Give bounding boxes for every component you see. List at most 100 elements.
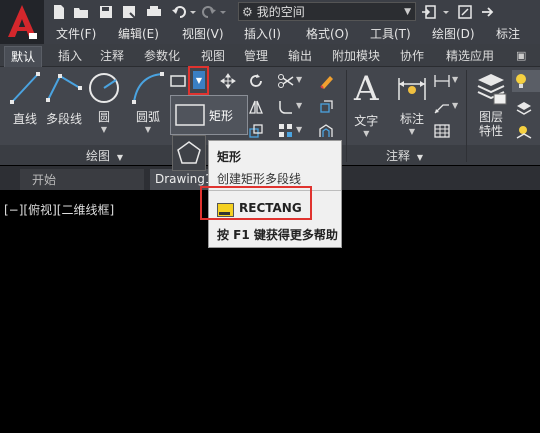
rectangle-dropdown-arrow[interactable]: ▼ (193, 71, 205, 89)
layer-properties-button[interactable]: 图层 特性 (474, 70, 508, 138)
tab-addins[interactable]: 附加模块 (332, 46, 380, 66)
polyline-label: 多段线 (45, 112, 82, 126)
circle-dropdown-icon[interactable]: ▼ (101, 125, 107, 134)
rectangle-icon[interactable] (168, 71, 188, 91)
menu-insert[interactable]: 插入(I) (244, 25, 281, 43)
rotate-icon[interactable] (246, 71, 266, 91)
save-icon[interactable] (97, 3, 115, 21)
polyline-button[interactable]: 多段线 (42, 70, 86, 127)
erase-icon[interactable] (316, 71, 336, 91)
move-icon[interactable] (218, 71, 238, 91)
menu-dimension[interactable]: 标注 (496, 25, 520, 43)
dimension-dropdown-icon[interactable]: ▼ (409, 127, 415, 136)
dimension-icon (398, 78, 426, 100)
text-label: 文字 (354, 114, 379, 128)
arc-icon (132, 72, 164, 104)
tab-featured-apps[interactable]: 精选应用 (446, 46, 494, 66)
drawing-view-icon[interactable] (456, 3, 474, 21)
command-highlight-box (200, 186, 312, 220)
trim-icon[interactable] (276, 71, 296, 91)
layer-state-icon[interactable] (514, 98, 534, 118)
rectangle-large-icon (175, 104, 205, 126)
ribbon-separator (466, 70, 467, 162)
share-dropdown-icon[interactable] (441, 3, 451, 21)
open-folder-icon[interactable] (72, 3, 90, 21)
print-icon[interactable] (145, 3, 163, 21)
line-icon (10, 72, 40, 104)
tooltip-description: 创建矩形多段线 (217, 172, 302, 186)
table-icon[interactable] (432, 121, 452, 141)
undo-icon[interactable] (170, 3, 188, 21)
save-as-icon[interactable] (120, 3, 138, 21)
menu-draw[interactable]: 绘图(D) (432, 25, 475, 43)
chevron-down-icon: ▼ (404, 6, 411, 17)
leader-dropdown-icon[interactable]: ▼ (452, 101, 458, 110)
circle-label: 圆 (97, 110, 110, 124)
tab-manage[interactable]: 管理 (244, 46, 268, 66)
offset-icon[interactable] (316, 121, 336, 141)
tab-view[interactable]: 视图 (201, 46, 225, 66)
draw-panel-label: 绘图 (86, 149, 111, 163)
leader-icon[interactable] (432, 97, 452, 117)
start-tab-label: 开始 (32, 173, 57, 187)
draw-panel-title[interactable]: 绘图 ▼ (86, 147, 123, 164)
undo-dropdown-icon[interactable] (188, 3, 198, 21)
text-dropdown-icon[interactable]: ▼ (363, 129, 369, 138)
redo-icon[interactable] (200, 3, 218, 21)
rectangle-menu-label: 矩形 (209, 109, 234, 123)
line-label: 直线 (12, 112, 37, 126)
layer-properties-icon (477, 74, 507, 105)
mirror-icon[interactable] (246, 97, 266, 117)
arc-label: 圆弧 (135, 110, 160, 124)
text-button[interactable]: A 文字 ▼ (354, 70, 379, 138)
dimension-button[interactable]: 标注 ▼ (396, 70, 428, 136)
layer-control-highlight[interactable] (512, 70, 540, 92)
tab-home[interactable]: 默认 (4, 46, 43, 67)
tab-output[interactable]: 输出 (288, 46, 312, 66)
arc-button[interactable]: 圆弧 ▼ (130, 70, 166, 134)
menu-file[interactable]: 文件(F) (56, 25, 96, 43)
tab-insert[interactable]: 插入 (58, 46, 82, 66)
dimension-label: 标注 (399, 112, 424, 126)
autocad-logo-icon (8, 5, 37, 39)
polygon-menu-item[interactable] (172, 135, 206, 171)
line-button[interactable]: 直线 (8, 70, 42, 127)
arc-dropdown-icon[interactable]: ▼ (145, 125, 151, 134)
fillet-dropdown-icon[interactable]: ▼ (296, 101, 302, 110)
menu-format[interactable]: 格式(O) (306, 25, 349, 43)
draw-panel-expand-icon: ▼ (116, 153, 123, 162)
array-icon[interactable] (276, 121, 296, 141)
tab-annotate[interactable]: 注释 (100, 46, 124, 66)
linear-dimension-dropdown-icon[interactable]: ▼ (452, 75, 458, 84)
layer-properties-label-2: 特性 (478, 124, 503, 138)
new-file-icon[interactable] (50, 3, 68, 21)
menu-view[interactable]: 视图(V) (182, 25, 224, 43)
menu-edit[interactable]: 编辑(E) (118, 25, 159, 43)
fillet-icon[interactable] (276, 97, 296, 117)
annotate-panel-title[interactable]: 注释 ▼ (386, 147, 423, 164)
layer-match-icon[interactable] (514, 122, 534, 142)
trim-dropdown-icon[interactable]: ▼ (296, 75, 302, 84)
annotate-panel-label: 注释 (386, 149, 411, 163)
arrow-right-icon[interactable] (478, 3, 496, 21)
tooltip-help: 按 F1 键获得更多帮助 (217, 228, 338, 242)
viewport-controls[interactable]: [−][俯视][二维线框] (4, 201, 114, 218)
redo-dropdown-icon[interactable] (218, 3, 228, 21)
tab-collaborate[interactable]: 协作 (400, 46, 424, 66)
menu-tools[interactable]: 工具(T) (370, 25, 411, 43)
tab-more-icon[interactable]: ▣ (516, 49, 526, 62)
app-menu-button[interactable] (0, 0, 44, 44)
polygon-icon (177, 141, 201, 164)
ribbon-separator (346, 70, 347, 162)
linear-dimension-icon[interactable] (432, 71, 452, 91)
gear-icon: ⚙ (242, 4, 253, 19)
workspace-selector[interactable]: ⚙ 我的空间 ▼ (238, 2, 416, 21)
explode-icon[interactable] (316, 97, 336, 117)
scale-icon[interactable] (246, 121, 266, 141)
share-icon[interactable] (420, 3, 438, 21)
tab-parametric[interactable]: 参数化 (144, 46, 180, 66)
rectangle-menu-item[interactable]: 矩形 (170, 95, 248, 135)
circle-button[interactable]: 圆 ▼ (86, 70, 122, 134)
array-dropdown-icon[interactable]: ▼ (296, 125, 302, 134)
layer-properties-label-1: 图层 (478, 110, 503, 124)
